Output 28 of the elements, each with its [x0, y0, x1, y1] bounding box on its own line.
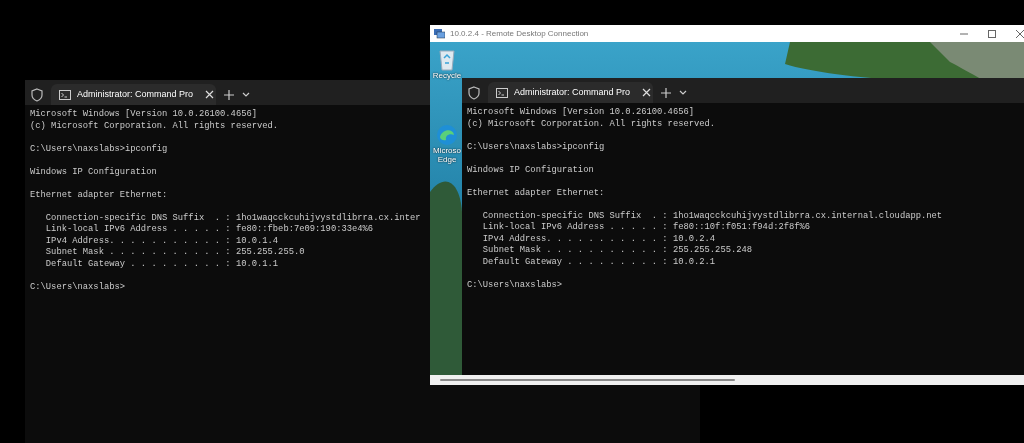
desktop-icon-label: Edge	[437, 155, 457, 164]
terminal-line: Link-local IPv6 Address . . . . . : fe80::10f:f051:f94d:2f8f%6	[481, 222, 811, 234]
terminal-tab[interactable]: Administrator: Command Pro	[51, 84, 216, 105]
terminal-line: IPv4 Address. . . . . . . . . . . : 10.0.1.4	[44, 235, 279, 247]
terminal-line: Connection-specific DNS Suffix . : 1ho1waqcckcuhijvystdlibrra.cx.internal.cloudapp.net	[481, 210, 943, 222]
terminal-line: Windows IP Configuration	[30, 166, 157, 178]
terminal-line: Microsoft Windows [Version 10.0.26100.4656]	[467, 107, 694, 119]
terminal-line: IPv4 Address. . . . . . . . . . . : 10.0.2.4	[481, 233, 716, 245]
terminal-line: C:\Users\naxslabs>	[467, 279, 563, 291]
desktop-icon-label: Microso	[433, 146, 461, 155]
terminal-line: Ethernet adapter Ethernet:	[30, 189, 168, 201]
terminal-line: Connection-specific DNS Suffix . : 1ho1waqcckcuhijvystdlibrra.cx.inter	[44, 212, 421, 224]
terminal-line: Microsoft Windows [Version 10.0.26100.4656]	[30, 109, 257, 121]
terminal-line: Windows IP Configuration	[467, 164, 594, 176]
terminal-line: Ethernet adapter Ethernet:	[467, 187, 605, 199]
terminal-line: C:\Users\naxslabs>ipconfig	[467, 141, 605, 153]
terminal-line: C:\Users\naxslabs>ipconfig	[30, 143, 168, 155]
terminal-line: Default Gateway . . . . . . . . . : 10.0.1.1	[44, 258, 279, 270]
terminal-tab[interactable]: Administrator: Command Pro	[488, 82, 653, 103]
terminal-line: Default Gateway . . . . . . . . . : 10.0.2.1	[481, 256, 716, 268]
terminal-line: Subnet Mask . . . . . . . . . . . : 255.255.255.248	[481, 245, 753, 257]
desktop-icon-label: Recycle	[432, 71, 462, 80]
terminal-line: Subnet Mask . . . . . . . . . . . : 255.255.255.0	[44, 247, 305, 259]
window-title: 10.0.2.4 - Remote Desktop Connection	[450, 27, 589, 40]
terminal-line: (c) Microsoft Corporation. All rights reserved.	[30, 120, 279, 132]
terminal-line: C:\Users\naxslabs>	[30, 281, 126, 293]
terminal-line: (c) Microsoft Corporation. All rights reserved.	[467, 118, 716, 130]
terminal-line: Link-local IPv6 Address . . . . . : fe80::fbeb:7e09:190:33e4%6	[44, 224, 374, 236]
